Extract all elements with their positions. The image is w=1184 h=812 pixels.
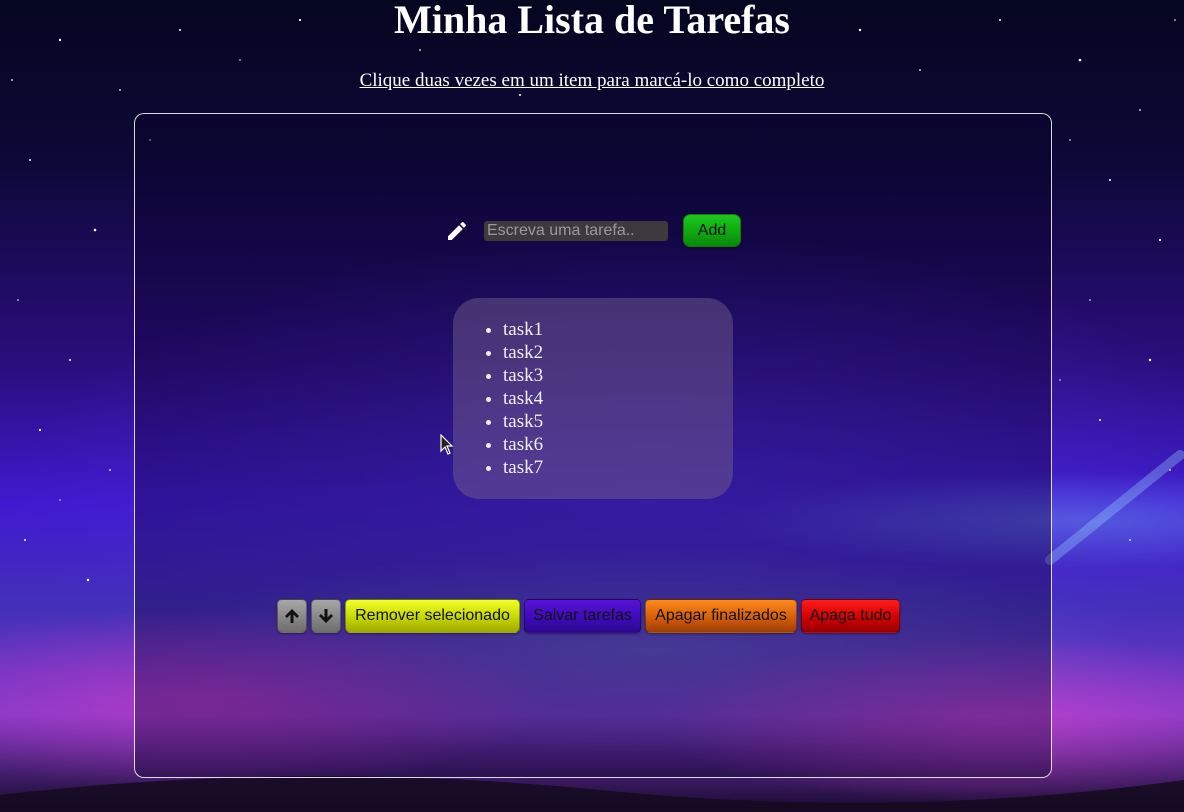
clear-all-button[interactable]: Apaga tudo <box>801 599 900 633</box>
task-item[interactable]: task3 <box>503 364 733 387</box>
remove-selected-button[interactable]: Remover selecionado <box>345 599 520 633</box>
pencil-icon <box>445 219 469 243</box>
todo-panel: Add task1 task2 task3 task4 task5 task6 … <box>134 113 1052 778</box>
move-up-button[interactable] <box>277 599 307 633</box>
task-list-box: task1 task2 task3 task4 task5 task6 task… <box>453 298 733 499</box>
page-title: Minha Lista de Tarefas <box>394 0 790 42</box>
clear-completed-button[interactable]: Apagar finalizados <box>645 599 797 633</box>
arrow-up-icon <box>285 609 299 623</box>
task-item[interactable]: task4 <box>503 387 733 410</box>
task-item[interactable]: task7 <box>503 456 733 479</box>
instruction-text: Clique duas vezes em um item para marcá-… <box>359 70 825 91</box>
task-item[interactable]: task1 <box>503 318 733 341</box>
save-tasks-button[interactable]: Salvar tarefas <box>524 599 641 633</box>
task-item[interactable]: task5 <box>503 410 733 433</box>
move-down-button[interactable] <box>311 599 341 633</box>
arrow-down-icon <box>319 609 333 623</box>
mouse-cursor-icon <box>440 434 454 455</box>
action-toolbar: Remover selecionado Salvar tarefas Apaga… <box>277 599 900 633</box>
task-input-row: Add <box>445 214 741 247</box>
task-item[interactable]: task6 <box>503 433 733 456</box>
task-item[interactable]: task2 <box>503 341 733 364</box>
add-button[interactable]: Add <box>683 214 741 247</box>
task-list: task1 task2 task3 task4 task5 task6 task… <box>453 298 733 479</box>
task-input[interactable] <box>484 220 668 241</box>
